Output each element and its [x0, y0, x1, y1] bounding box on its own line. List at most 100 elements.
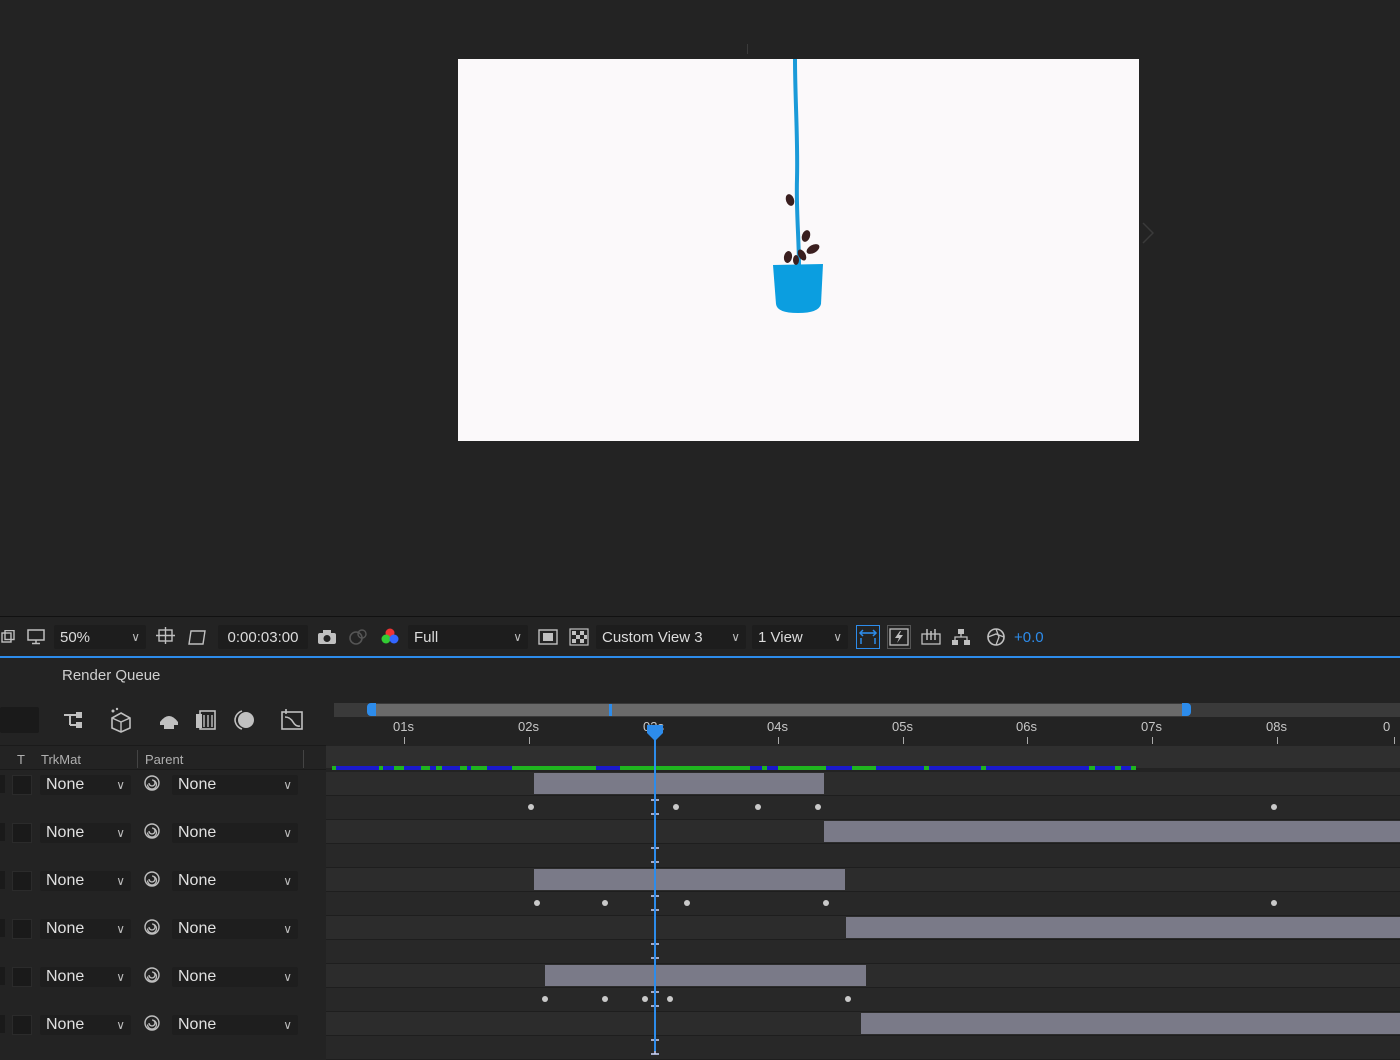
timeline-icon[interactable] [920, 625, 942, 649]
trkmat-dropdown[interactable]: None ∨ [40, 1015, 131, 1035]
keyframe[interactable] [602, 900, 608, 906]
work-area-bar[interactable] [372, 704, 1186, 716]
layer-duration-bar[interactable] [846, 917, 1400, 938]
layer-row[interactable]: None ∨ None ∨ [0, 1013, 326, 1037]
trkmat-dropdown[interactable]: None ∨ [40, 775, 131, 795]
3d-view-dropdown[interactable]: Custom View 3 ∨ [596, 625, 746, 649]
resolution-dropdown[interactable]: Full ∨ [408, 625, 528, 649]
trkmat-dropdown[interactable]: None ∨ [40, 967, 131, 987]
parent-dropdown[interactable]: None ∨ [172, 871, 298, 891]
layer-switch[interactable] [0, 1015, 5, 1033]
keyframe[interactable] [534, 900, 540, 906]
keyframe[interactable] [823, 900, 829, 906]
trkmat-dropdown[interactable]: None ∨ [40, 823, 131, 843]
composition-canvas[interactable] [458, 58, 1139, 441]
track-matte-toggle[interactable] [12, 871, 32, 891]
keyframe-track[interactable] [326, 988, 1400, 1012]
layer-track[interactable] [326, 868, 1400, 892]
playhead-icon[interactable] [646, 724, 664, 747]
frame-blending-icon[interactable] [195, 709, 217, 736]
layer-track[interactable] [326, 964, 1400, 988]
work-area-start-handle[interactable] [367, 703, 376, 716]
track-matte-toggle[interactable] [12, 1015, 32, 1035]
graph-editor-icon[interactable] [280, 709, 304, 736]
toggle-view-options-icon[interactable] [856, 625, 880, 649]
shy-layers-icon[interactable] [157, 710, 181, 735]
fast-preview-icon[interactable] [537, 625, 559, 649]
keyframe-track[interactable] [326, 844, 1400, 868]
show-snapshot-icon[interactable] [347, 625, 369, 649]
composition-viewer[interactable] [0, 0, 1400, 616]
layer-switch[interactable] [0, 775, 5, 793]
column-header-t[interactable]: T [17, 752, 25, 767]
parent-dropdown[interactable]: None ∨ [172, 1015, 298, 1035]
current-time-display[interactable]: 0:00:03:00 [218, 625, 308, 649]
view-layout-dropdown[interactable]: 1 View ∨ [752, 625, 848, 649]
fast-previews-icon[interactable] [887, 625, 911, 649]
zoom-dropdown[interactable]: 50% ∨ [54, 625, 146, 649]
keyframe[interactable] [684, 900, 690, 906]
keyframe[interactable] [542, 996, 548, 1002]
trkmat-dropdown[interactable]: None ∨ [40, 919, 131, 939]
render-queue-tab[interactable]: Render Queue [62, 667, 160, 684]
trkmat-dropdown[interactable]: None ∨ [40, 871, 131, 891]
reset-exposure-icon[interactable] [985, 625, 1007, 649]
keyframe-track[interactable] [326, 892, 1400, 916]
keyframe[interactable] [667, 996, 673, 1002]
track-matte-toggle[interactable] [12, 823, 32, 843]
layer-row[interactable]: None ∨ None ∨ [0, 869, 326, 893]
pick-whip-icon[interactable] [143, 918, 161, 941]
layer-row[interactable]: None ∨ None ∨ [0, 773, 326, 797]
always-preview-icon[interactable] [0, 625, 16, 649]
parent-dropdown[interactable]: None ∨ [172, 823, 298, 843]
keyframe[interactable] [815, 804, 821, 810]
layer-track[interactable] [326, 916, 1400, 940]
parent-dropdown[interactable]: None ∨ [172, 919, 298, 939]
timeline-panel[interactable]: 01s02s03s04s05s06s07s08s0 [326, 700, 1400, 1060]
region-of-interest-icon[interactable] [155, 625, 177, 649]
keyframe[interactable] [1271, 900, 1277, 906]
keyframe-track[interactable] [326, 796, 1400, 820]
motion-blur-icon[interactable] [232, 709, 256, 736]
layer-duration-bar[interactable] [534, 773, 824, 794]
keyframe-track[interactable] [326, 940, 1400, 964]
track-matte-toggle[interactable] [12, 775, 32, 795]
track-matte-toggle[interactable] [12, 919, 32, 939]
track-matte-toggle[interactable] [12, 967, 32, 987]
keyframe[interactable] [755, 804, 761, 810]
pick-whip-icon[interactable] [143, 870, 161, 893]
draft-3d-icon[interactable] [108, 707, 134, 738]
pick-whip-icon[interactable] [143, 822, 161, 845]
layer-duration-bar[interactable] [861, 1013, 1400, 1034]
keyframe[interactable] [673, 804, 679, 810]
layer-row[interactable]: None ∨ None ∨ [0, 821, 326, 845]
transparency-checkerboard-icon[interactable] [568, 625, 590, 649]
layer-track[interactable] [326, 1012, 1400, 1036]
column-header-trkmat[interactable]: TrkMat [41, 752, 81, 767]
keyframe[interactable] [1271, 804, 1277, 810]
parent-dropdown[interactable]: None ∨ [172, 967, 298, 987]
parent-dropdown[interactable]: None ∨ [172, 775, 298, 795]
layer-duration-bar[interactable] [545, 965, 866, 986]
flowchart-icon[interactable] [950, 625, 972, 649]
pick-whip-icon[interactable] [143, 966, 161, 989]
snapshot-camera-icon[interactable] [316, 625, 338, 649]
transparency-grid-toggle-icon[interactable] [186, 625, 208, 649]
column-header-parent[interactable]: Parent [145, 752, 183, 767]
composition-mini-flowchart-icon[interactable] [62, 709, 86, 736]
monitor-icon[interactable] [26, 625, 46, 649]
keyframe[interactable] [528, 804, 534, 810]
pick-whip-icon[interactable] [143, 774, 161, 797]
exposure-value[interactable]: +0.0 [1014, 625, 1044, 649]
current-time-indicator[interactable] [654, 728, 656, 1051]
time-ruler[interactable]: 01s02s03s04s05s06s07s08s0 [326, 717, 1400, 746]
keyframe-track[interactable] [326, 1036, 1400, 1060]
layer-track[interactable] [326, 820, 1400, 844]
layer-switch[interactable] [0, 967, 5, 985]
pick-whip-icon[interactable] [143, 1014, 161, 1037]
keyframe[interactable] [845, 996, 851, 1002]
channel-rgb-icon[interactable] [378, 625, 402, 649]
search-field[interactable] [0, 707, 39, 733]
layer-duration-bar[interactable] [824, 821, 1400, 842]
keyframe[interactable] [602, 996, 608, 1002]
